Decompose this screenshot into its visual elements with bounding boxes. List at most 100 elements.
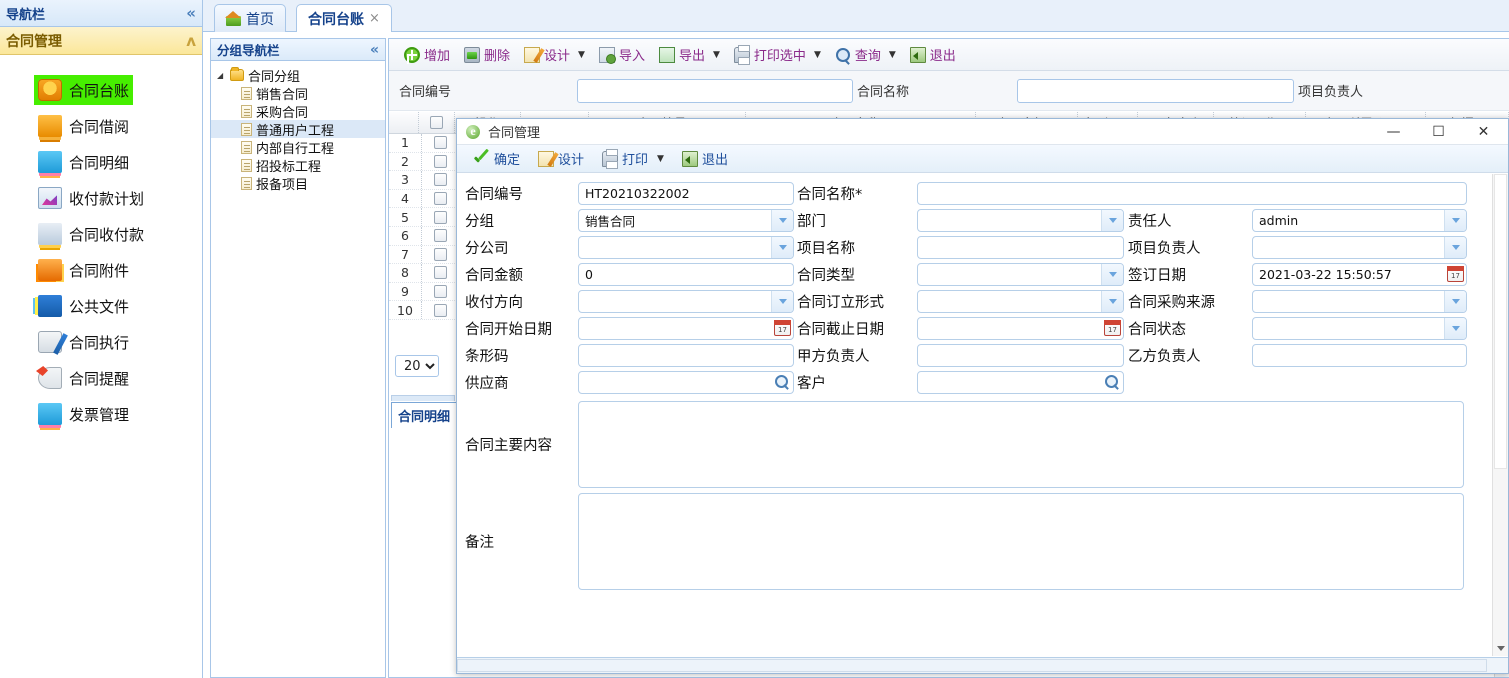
checkbox-icon[interactable] xyxy=(434,173,447,187)
dialog-horizontal-scrollbar[interactable] xyxy=(457,657,1508,673)
select-status[interactable] xyxy=(1252,317,1467,340)
collapse-left-nav-icon[interactable]: « xyxy=(186,4,196,22)
dialog-toolbar-button-3[interactable]: 打印 ▼ xyxy=(593,147,673,171)
field-contract-type[interactable] xyxy=(917,263,1124,286)
dialog-vertical-scrollbar[interactable] xyxy=(1492,174,1508,656)
select-group[interactable] xyxy=(578,209,794,232)
sidebar-item-7[interactable]: 公共文件 xyxy=(34,291,133,321)
chevron-down-icon[interactable] xyxy=(1444,318,1466,339)
input-barcode[interactable] xyxy=(578,344,794,367)
select-branch[interactable] xyxy=(578,236,794,259)
search-icon[interactable] xyxy=(1105,375,1119,389)
field-sign-date[interactable] xyxy=(1252,263,1467,286)
select-department[interactable] xyxy=(917,209,1124,232)
grid-header-select-all[interactable] xyxy=(419,112,455,133)
field-department[interactable] xyxy=(917,209,1124,232)
tree-node-2[interactable]: 采购合同 xyxy=(211,102,385,121)
tree-node-3[interactable]: 普通用户工程 xyxy=(211,120,385,139)
field-project-name[interactable] xyxy=(917,236,1124,259)
chevron-up-icon[interactable]: ʌ xyxy=(186,32,196,50)
field-party-a-manager[interactable] xyxy=(917,344,1124,367)
toolbar-button-1[interactable]: 增加 xyxy=(397,42,457,68)
field-start-date[interactable] xyxy=(578,317,794,340)
chevron-down-icon[interactable] xyxy=(1101,210,1123,231)
field-purchase-source[interactable] xyxy=(1252,290,1467,313)
collapse-tree-panel-icon[interactable]: « xyxy=(370,42,379,58)
input-project-name[interactable] xyxy=(917,236,1124,259)
tree-node-5[interactable]: 招投标工程 xyxy=(211,156,385,175)
row-checkbox-cell[interactable] xyxy=(422,189,460,208)
close-button[interactable]: ✕ xyxy=(1461,119,1506,144)
field-contract-no[interactable] xyxy=(578,182,794,205)
row-checkbox-cell[interactable] xyxy=(422,282,460,301)
dialog-title-bar[interactable]: 合同管理 — ☐ ✕ xyxy=(457,119,1508,145)
field-project-manager[interactable] xyxy=(1252,236,1467,259)
calendar-icon[interactable] xyxy=(774,320,791,336)
tab-home[interactable]: 首页 xyxy=(214,4,286,32)
toolbar-button-5[interactable]: 导出 ▼ xyxy=(652,42,727,68)
chevron-down-icon[interactable] xyxy=(1444,210,1466,231)
field-amount[interactable] xyxy=(578,263,794,286)
minimize-button[interactable]: — xyxy=(1371,119,1416,144)
row-checkbox-cell[interactable] xyxy=(422,208,460,226)
chevron-down-icon[interactable] xyxy=(1101,291,1123,312)
input-amount[interactable] xyxy=(578,263,794,286)
input-sign-date[interactable] xyxy=(1252,263,1467,286)
field-status[interactable] xyxy=(1252,317,1467,340)
chevron-down-icon[interactable] xyxy=(771,237,793,258)
tab-contract-ledger[interactable]: 合同台账 × xyxy=(296,4,392,32)
select-conclusion-form[interactable] xyxy=(917,290,1124,313)
select-purchase-source[interactable] xyxy=(1252,290,1467,313)
checkbox-icon[interactable] xyxy=(434,303,447,317)
sidebar-item-4[interactable]: 收付款计划 xyxy=(34,183,148,213)
chevron-down-icon[interactable] xyxy=(1101,264,1123,285)
checkbox-icon[interactable] xyxy=(434,266,447,280)
row-checkbox-cell[interactable] xyxy=(422,152,460,171)
toolbar-button-4[interactable]: 导入 xyxy=(592,42,652,68)
input-party-b-manager[interactable] xyxy=(1252,344,1467,367)
checkbox-icon[interactable] xyxy=(434,247,447,261)
select-project-manager[interactable] xyxy=(1252,236,1467,259)
select-contract-type[interactable] xyxy=(917,263,1124,286)
tree-node-root[interactable]: ◢ 合同分组 xyxy=(211,66,385,85)
row-checkbox-cell[interactable] xyxy=(422,301,460,319)
calendar-icon[interactable] xyxy=(1447,266,1464,282)
sidebar-item-10[interactable]: 发票管理 xyxy=(34,399,133,429)
select-direction[interactable] xyxy=(578,290,794,313)
bottom-tab-contract-detail[interactable]: 合同明细 xyxy=(391,402,457,428)
field-party-b-manager[interactable] xyxy=(1252,344,1467,367)
row-checkbox-cell[interactable] xyxy=(422,134,460,152)
checkbox-icon[interactable] xyxy=(434,192,447,206)
field-direction[interactable] xyxy=(578,290,794,313)
sidebar-item-1[interactable]: 合同台账 xyxy=(34,75,134,105)
field-owner[interactable] xyxy=(1252,209,1467,232)
row-checkbox-cell[interactable] xyxy=(422,245,460,264)
row-checkbox-cell[interactable] xyxy=(422,226,460,245)
checkbox-icon[interactable] xyxy=(434,285,447,299)
field-barcode[interactable] xyxy=(578,344,794,367)
toolbar-button-7[interactable]: 查询 ▼ xyxy=(828,42,903,68)
scroll-down-arrow-icon[interactable] xyxy=(1493,640,1508,656)
chevron-down-icon[interactable]: ▼ xyxy=(889,50,896,60)
row-checkbox-cell[interactable] xyxy=(422,171,460,189)
sidebar-item-5[interactable]: 合同收付款 xyxy=(34,219,148,249)
chevron-down-icon[interactable] xyxy=(1444,237,1466,258)
row-checkbox-cell[interactable] xyxy=(422,264,460,282)
textarea-remark[interactable] xyxy=(578,493,1464,590)
input-contract-no[interactable] xyxy=(578,182,794,205)
field-customer[interactable] xyxy=(917,371,1124,394)
tree-node-6[interactable]: 报备项目 xyxy=(211,174,385,193)
checkbox-icon[interactable] xyxy=(430,116,443,129)
chevron-down-icon[interactable] xyxy=(771,210,793,231)
field-supplier[interactable] xyxy=(578,371,794,394)
close-icon[interactable]: × xyxy=(369,11,380,26)
input-customer[interactable] xyxy=(917,371,1124,394)
filter-contract-no-input[interactable] xyxy=(577,78,853,103)
field-contract-name[interactable] xyxy=(917,182,1467,205)
tree-node-1[interactable]: 销售合同 xyxy=(211,84,385,103)
field-group[interactable] xyxy=(578,209,794,232)
maximize-button[interactable]: ☐ xyxy=(1416,119,1461,144)
dialog-toolbar-button-1[interactable]: 确定 xyxy=(465,147,529,171)
field-branch[interactable] xyxy=(578,236,794,259)
nav-group-contract-management[interactable]: 合同管理 ʌ xyxy=(0,27,202,55)
